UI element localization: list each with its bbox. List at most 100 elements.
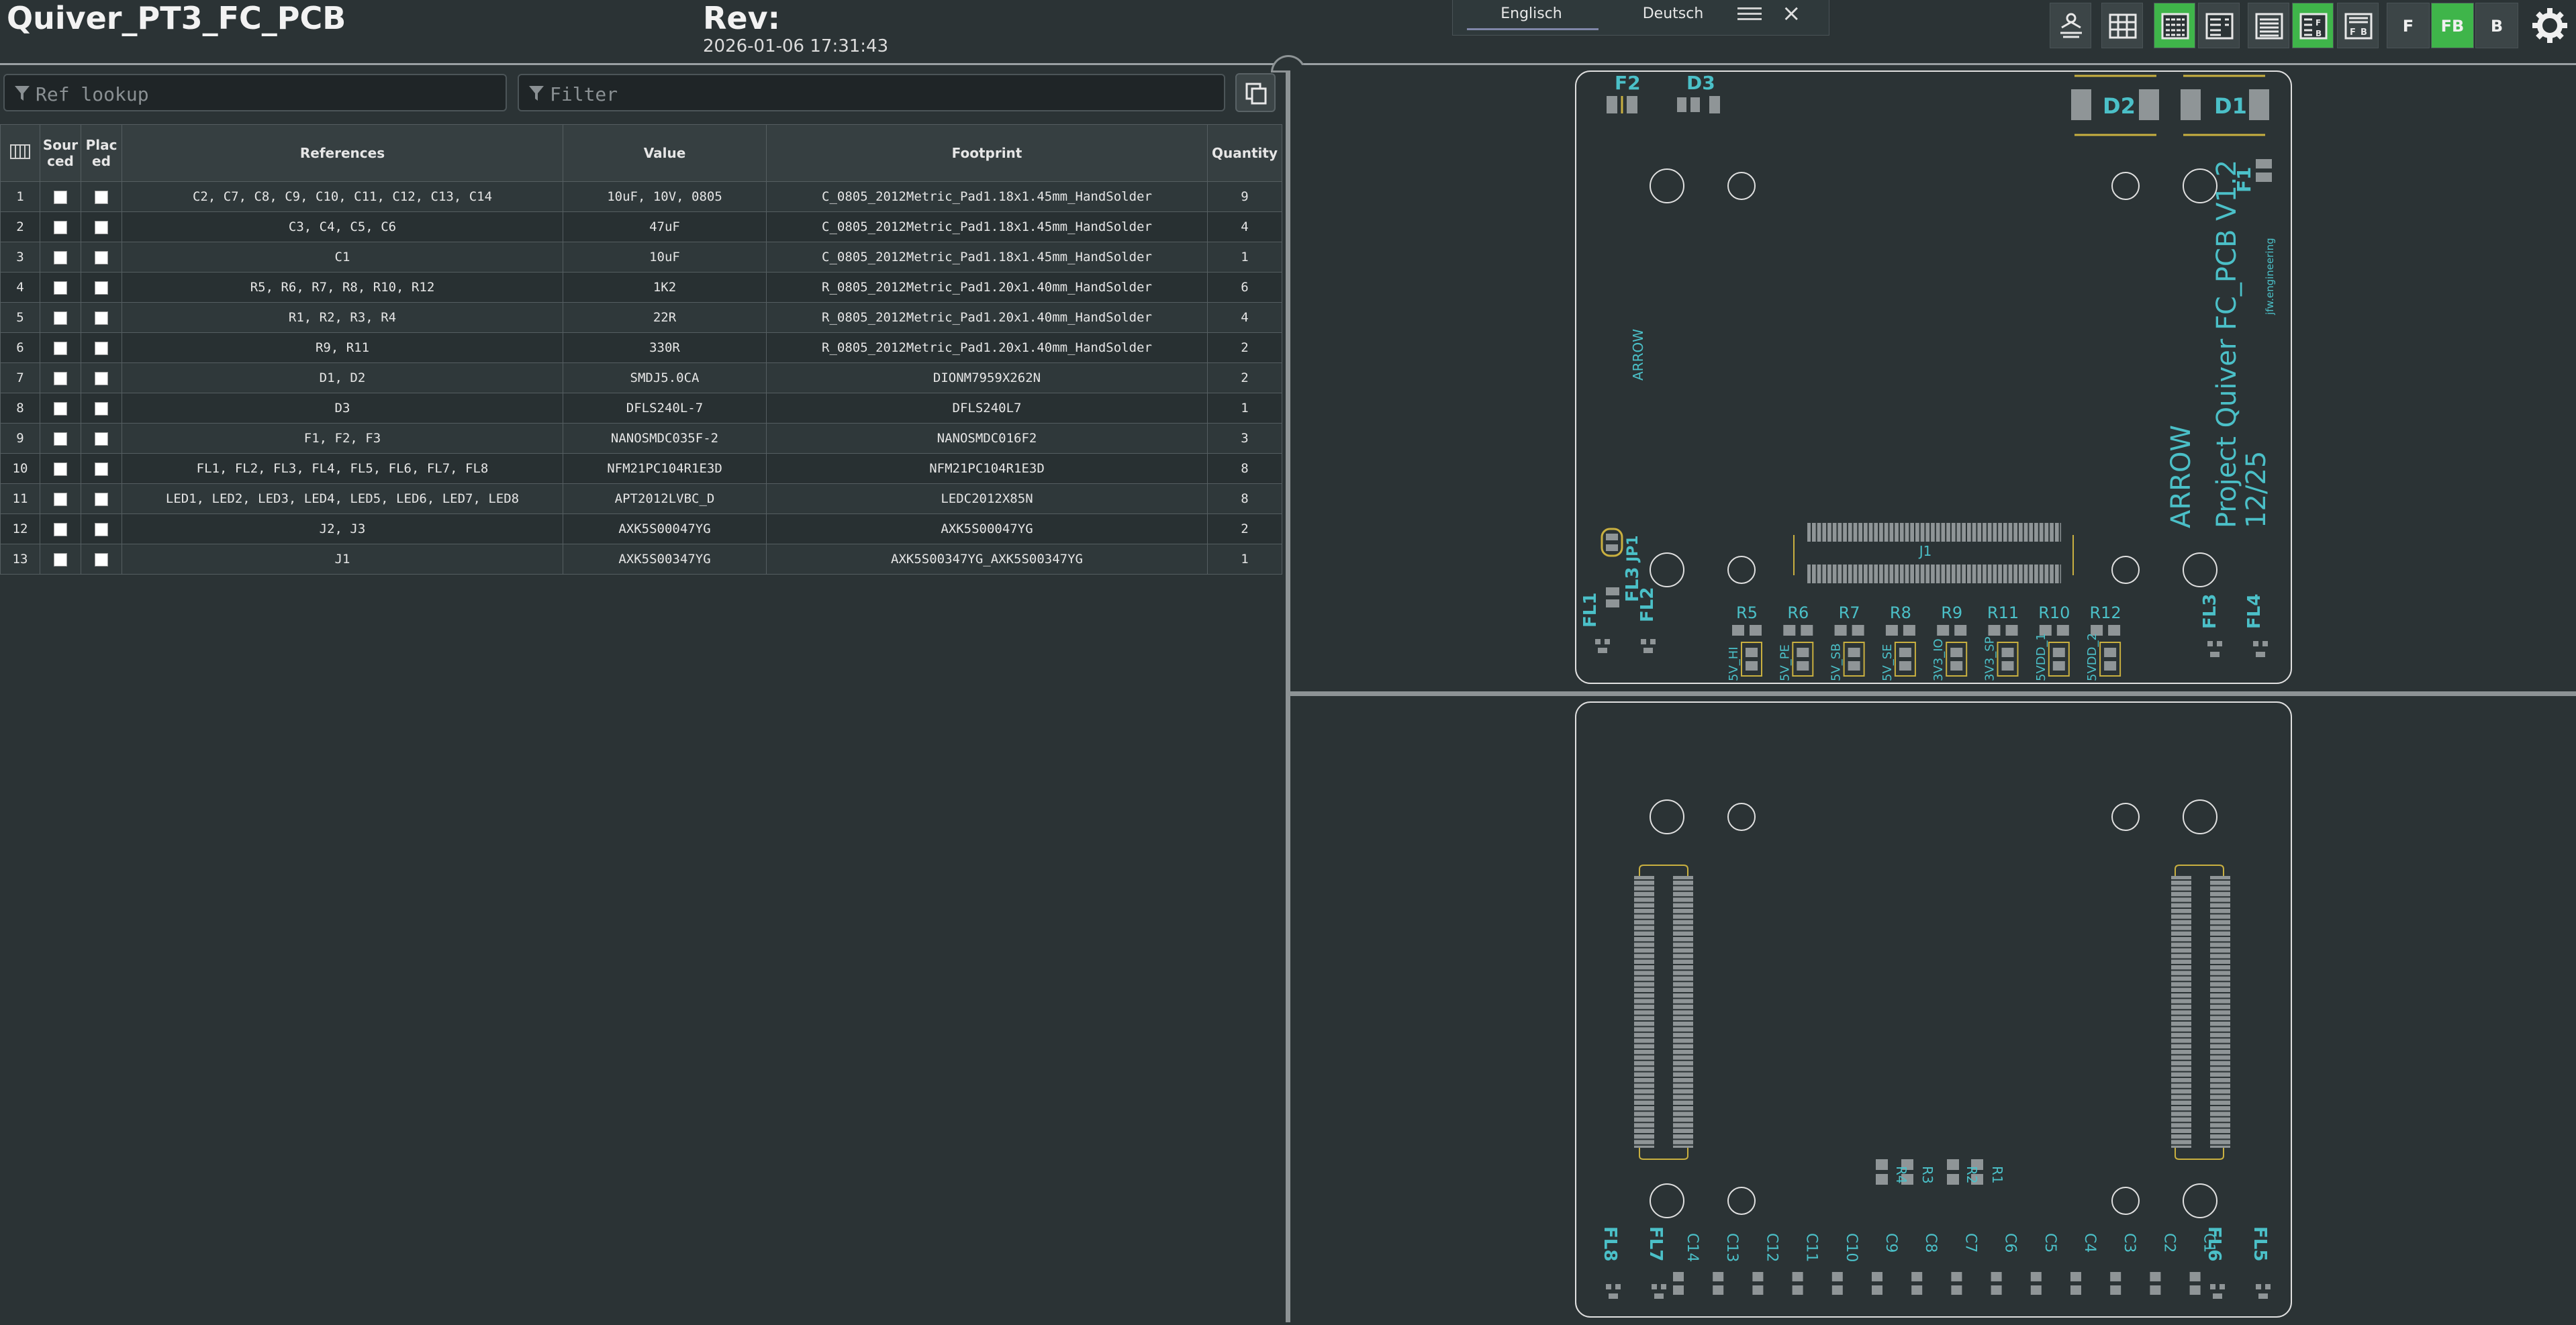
layer-front-back-button[interactable]: FB	[2431, 3, 2474, 48]
placed-checkbox[interactable]	[81, 332, 122, 363]
table-row[interactable]: 1 C2, C7, C8, C9, C10, C11, C12, C13, C14…	[0, 181, 1282, 212]
table-row[interactable]: 11 LED1, LED2, LED3, LED4, LED5, LED6, LE…	[0, 483, 1282, 514]
placed-checkbox[interactable]	[81, 362, 122, 393]
table-row[interactable]: 9 F1, F2, F3 NANOSMDC035F-2 NANOSMDC016F2 3	[0, 423, 1282, 454]
header-value[interactable]: Value	[563, 124, 767, 182]
ref-lookup-input[interactable]: Ref lookup	[3, 74, 507, 111]
layer-back-button[interactable]: B	[2475, 3, 2518, 48]
placed-checkbox[interactable]	[81, 302, 122, 333]
sourced-checkbox[interactable]	[40, 393, 81, 424]
row-number: 12	[0, 513, 40, 544]
sourced-checkbox[interactable]	[40, 423, 81, 454]
checkbox[interactable]	[54, 341, 67, 355]
placed-checkbox[interactable]	[81, 483, 122, 514]
sourced-checkbox[interactable]	[40, 513, 81, 544]
checkbox[interactable]	[54, 311, 67, 325]
settings-button[interactable]	[2526, 3, 2574, 48]
language-option-deutsch[interactable]: Deutsch	[1606, 5, 1740, 22]
header-references[interactable]: References	[122, 124, 563, 182]
checkbox[interactable]	[95, 522, 108, 536]
checkbox[interactable]	[95, 492, 108, 506]
checkbox[interactable]	[95, 552, 108, 567]
checkbox[interactable]	[95, 281, 108, 295]
placed-checkbox[interactable]	[81, 423, 122, 454]
vertical-splitter[interactable]	[1286, 63, 1290, 1322]
checkbox[interactable]	[54, 432, 67, 446]
checkbox[interactable]	[54, 250, 67, 264]
sourced-checkbox[interactable]	[40, 362, 81, 393]
placed-checkbox[interactable]	[81, 211, 122, 242]
layer-front-button[interactable]: F	[2387, 3, 2430, 48]
checkbox[interactable]	[95, 341, 108, 355]
placed-checkbox[interactable]	[81, 393, 122, 424]
copy-bom-button[interactable]	[1235, 73, 1276, 112]
checkbox[interactable]	[95, 190, 108, 204]
checkbox[interactable]	[95, 371, 108, 385]
quantity-cell: 2	[1207, 362, 1282, 393]
table-row[interactable]: 7 D1, D2 SMDJ5.0CA DIONM7959X262N 2	[0, 362, 1282, 393]
grid-button[interactable]	[2101, 3, 2143, 48]
bom-left-drawings-right-button[interactable]	[2198, 3, 2240, 48]
sourced-checkbox[interactable]	[40, 453, 81, 484]
checkbox[interactable]	[95, 401, 108, 415]
table-row[interactable]: 13 J1 AXK5S00347YG AXK5S00347YG_AXK5S00347Y…	[0, 544, 1282, 575]
language-option-englisch[interactable]: Englisch	[1466, 5, 1597, 22]
placed-checkbox[interactable]	[81, 272, 122, 303]
checkbox[interactable]	[54, 371, 67, 385]
bom-top-button[interactable]	[2248, 3, 2289, 48]
sourced-checkbox[interactable]	[40, 181, 81, 212]
resistor-pad	[1783, 625, 1796, 636]
checkbox[interactable]	[54, 462, 67, 476]
header-quantity[interactable]: Quantity	[1207, 124, 1282, 182]
table-row[interactable]: 3 C1 10uF C_0805_2012Metric_Pad1.18x1.45mm_…	[0, 242, 1282, 273]
sourced-checkbox[interactable]	[40, 242, 81, 273]
checkbox[interactable]	[54, 401, 67, 415]
header-placed[interactable]: Plac ed	[81, 124, 122, 182]
checkbox[interactable]	[54, 190, 67, 204]
horizontal-splitter[interactable]	[1290, 691, 2576, 696]
table-row[interactable]: 10 FL1, FL2, FL3, FL4, FL5, FL6, FL7, FL8…	[0, 453, 1282, 484]
sourced-checkbox[interactable]	[40, 211, 81, 242]
checkbox[interactable]	[54, 552, 67, 567]
checkbox[interactable]	[95, 250, 108, 264]
table-row[interactable]: 6 R9, R11 330R R_0805_2012Metric_Pad1.20x1.…	[0, 332, 1282, 363]
table-row[interactable]: 4 R5, R6, R7, R8, R10, R12 1K2 R_0805_2012M…	[0, 272, 1282, 303]
table-row[interactable]: 2 C3, C4, C5, C6 47uF C_0805_2012Metric_Pad…	[0, 211, 1282, 242]
column-selector[interactable]	[0, 124, 40, 182]
sourced-checkbox[interactable]	[40, 544, 81, 575]
sourced-checkbox[interactable]	[40, 483, 81, 514]
dark-mode-button[interactable]	[2050, 3, 2091, 48]
table-row[interactable]: 12 J2, J3 AXK5S00047YG AXK5S00047YG 2	[0, 513, 1282, 544]
filter-input[interactable]: Filter	[518, 74, 1225, 111]
header-sourced[interactable]: Sour ced	[40, 124, 81, 182]
capacitor-pad	[1911, 1285, 1923, 1295]
bom-only-button[interactable]	[2154, 3, 2195, 48]
table-row[interactable]: 8 D3 DFLS240L-7 DFLS240L7 1	[0, 393, 1282, 424]
checkbox[interactable]	[95, 311, 108, 325]
header-footprint[interactable]: Footprint	[766, 124, 1208, 182]
references-cell: C3, C4, C5, C6	[122, 211, 563, 242]
placed-checkbox[interactable]	[81, 513, 122, 544]
sourced-checkbox[interactable]	[40, 272, 81, 303]
checkbox[interactable]	[95, 462, 108, 476]
placed-checkbox[interactable]	[81, 181, 122, 212]
close-icon[interactable]: ×	[1782, 0, 1801, 27]
placed-checkbox[interactable]	[81, 242, 122, 273]
checkbox[interactable]	[95, 432, 108, 446]
bom-left-fb-button[interactable]: F B	[2292, 3, 2334, 48]
placed-checkbox[interactable]	[81, 453, 122, 484]
label-d1: D1	[2214, 93, 2247, 119]
table-row[interactable]: 5 R1, R2, R3, R4 22R R_0805_2012Metric_Pad1…	[0, 302, 1282, 333]
back-pcb-canvas[interactable]: R4 R3 R2 R1 FL8 FL7 FL6 FL5 C14 C13 C12 C11…	[1290, 696, 2576, 1322]
placed-checkbox[interactable]	[81, 544, 122, 575]
checkbox[interactable]	[54, 522, 67, 536]
checkbox[interactable]	[95, 220, 108, 234]
front-pcb-canvas[interactable]: F2 D3 D2 D1 F1 ARROW jfw.engineering Pro…	[1290, 65, 2576, 691]
sourced-checkbox[interactable]	[40, 302, 81, 333]
checkbox[interactable]	[54, 492, 67, 506]
sourced-checkbox[interactable]	[40, 332, 81, 363]
checkbox[interactable]	[54, 220, 67, 234]
checkbox[interactable]	[54, 281, 67, 295]
hamburger-icon[interactable]	[1737, 4, 1762, 24]
bom-top-fb-button[interactable]: F B	[2337, 3, 2379, 48]
